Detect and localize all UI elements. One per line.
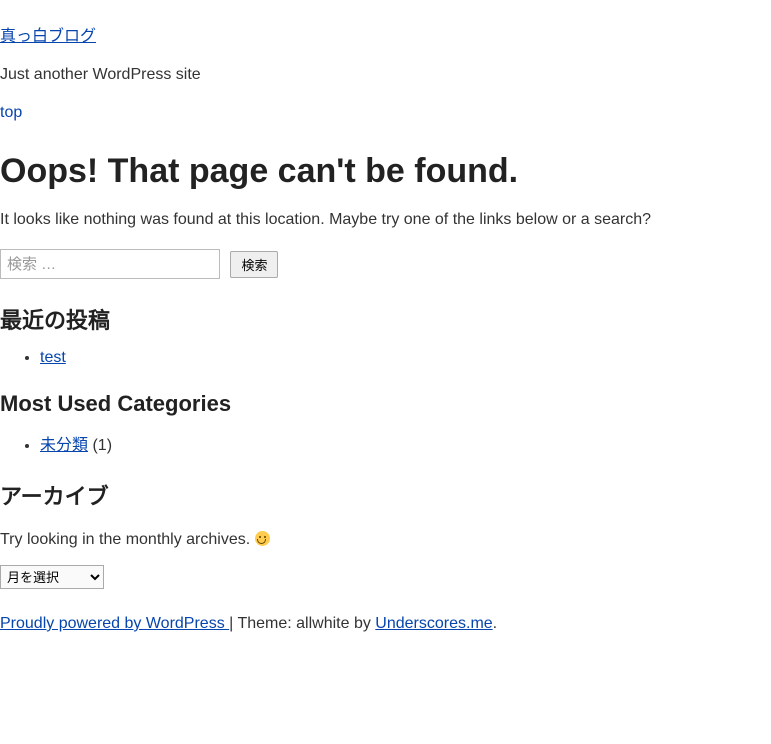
list-item: test	[40, 349, 771, 367]
archives-description: Try looking in the monthly archives.	[0, 531, 771, 549]
category-count: (1)	[92, 437, 112, 454]
recent-posts-list: test	[0, 349, 771, 367]
search-button[interactable]: 検索	[230, 251, 278, 278]
site-title-link[interactable]: 真っ白ブログ	[0, 22, 771, 46]
theme-prefix: Theme: allwhite by	[237, 615, 375, 632]
footer-period: .	[493, 615, 497, 632]
error-description: It looks like nothing was found at this …	[0, 211, 771, 229]
category-link[interactable]: 未分類	[40, 437, 88, 454]
smiley-icon	[255, 531, 270, 546]
categories-list: 未分類 (1)	[0, 431, 771, 455]
archive-month-select[interactable]: 月を選択	[0, 565, 104, 589]
site-description: Just another WordPress site	[0, 66, 771, 84]
recent-posts-heading: 最近の投稿	[0, 303, 771, 335]
powered-by-link[interactable]: Proudly powered by WordPress	[0, 615, 229, 632]
top-nav-link[interactable]: top	[0, 104, 771, 122]
search-input[interactable]	[0, 249, 220, 279]
page-title: Oops! That page can't be found.	[0, 152, 771, 191]
list-item: 未分類 (1)	[40, 431, 771, 455]
categories-heading: Most Used Categories	[0, 391, 771, 417]
search-form: 検索	[0, 249, 771, 279]
recent-post-link[interactable]: test	[40, 349, 66, 366]
archives-heading: アーカイブ	[0, 479, 771, 511]
theme-author-link[interactable]: Underscores.me	[375, 615, 492, 632]
footer: Proudly powered by WordPress | Theme: al…	[0, 615, 771, 633]
archives-description-text: Try looking in the monthly archives.	[0, 531, 255, 548]
